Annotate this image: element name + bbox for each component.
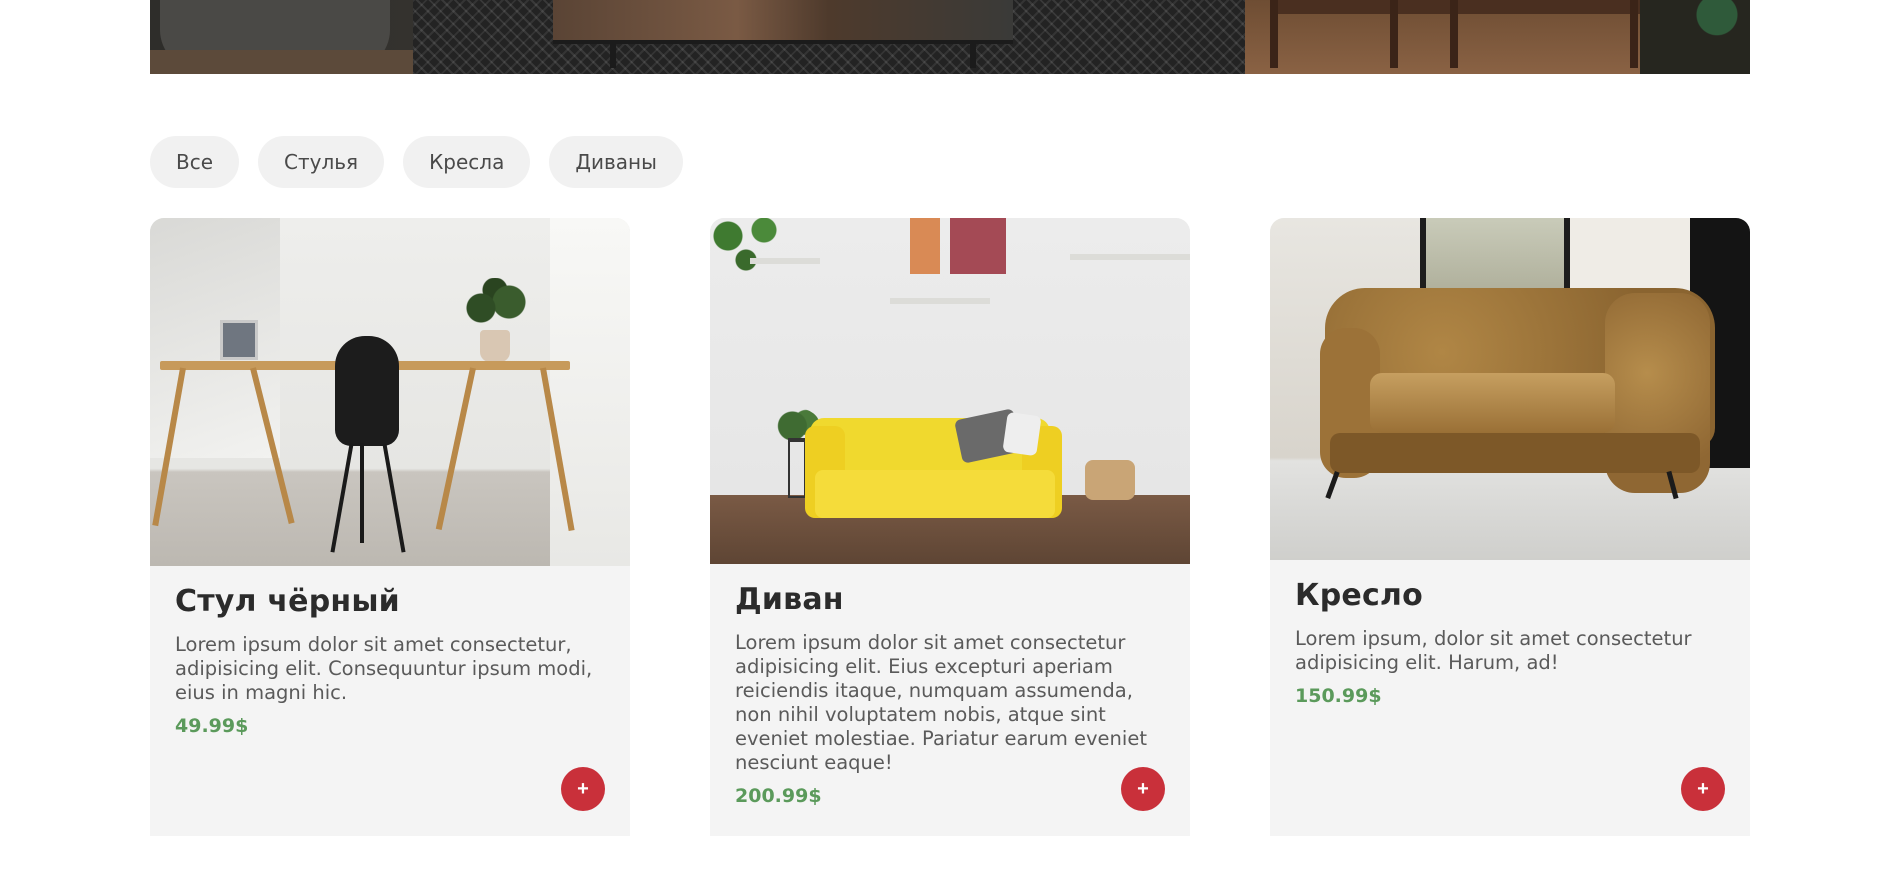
filter-sofas[interactable]: Диваны [549, 136, 683, 188]
product-card-armchair: Кресло Lorem ipsum, dolor sit amet conse… [1270, 218, 1750, 836]
plant-shape [1640, 0, 1750, 74]
product-title: Стул чёрный [175, 584, 400, 619]
product-image-sofa [710, 218, 1190, 564]
product-price: 200.99$ [735, 785, 822, 807]
art-print [950, 218, 1006, 274]
cabinet-shape [553, 0, 1013, 44]
product-description: Lorem ipsum dolor sit amet consectetur a… [735, 631, 1147, 774]
product-image-armchair [1270, 218, 1750, 560]
product-image-chair [150, 218, 630, 566]
filter-chairs[interactable]: Стулья [258, 136, 385, 188]
plant-stand [788, 438, 806, 498]
product-price: 49.99$ [175, 715, 249, 737]
filter-armchairs[interactable]: Кресла [403, 136, 531, 188]
filter-all[interactable]: Все [150, 136, 240, 188]
art-print [910, 218, 940, 274]
add-to-cart-button[interactable]: + [1681, 767, 1725, 811]
product-title: Кресло [1295, 578, 1423, 613]
plant-leaves [460, 278, 530, 338]
basket [1085, 460, 1135, 500]
product-title: Диван [735, 582, 844, 617]
ivy-plant [710, 218, 800, 278]
product-price: 150.99$ [1295, 685, 1382, 707]
product-card-sofa: Диван Lorem ipsum dolor sit amet consect… [710, 218, 1190, 836]
add-to-cart-button[interactable]: + [1121, 767, 1165, 811]
add-to-cart-button[interactable]: + [561, 767, 605, 811]
picture-frame [220, 320, 258, 360]
sofa-seat [815, 470, 1055, 518]
product-card-chair: Стул чёрный Lorem ipsum dolor sit amet c… [150, 218, 630, 836]
pillow [1002, 411, 1042, 457]
plant-pot [480, 330, 510, 362]
product-description: Lorem ipsum, dolor sit amet consectetur … [1295, 627, 1692, 674]
product-description: Lorem ipsum dolor sit amet consectetur, … [175, 633, 593, 704]
category-filters: Все Стулья Кресла Диваны [150, 136, 683, 188]
armchair-cushion [1370, 373, 1615, 433]
hero-banner-image [150, 0, 1750, 74]
chair-seat [335, 336, 399, 446]
